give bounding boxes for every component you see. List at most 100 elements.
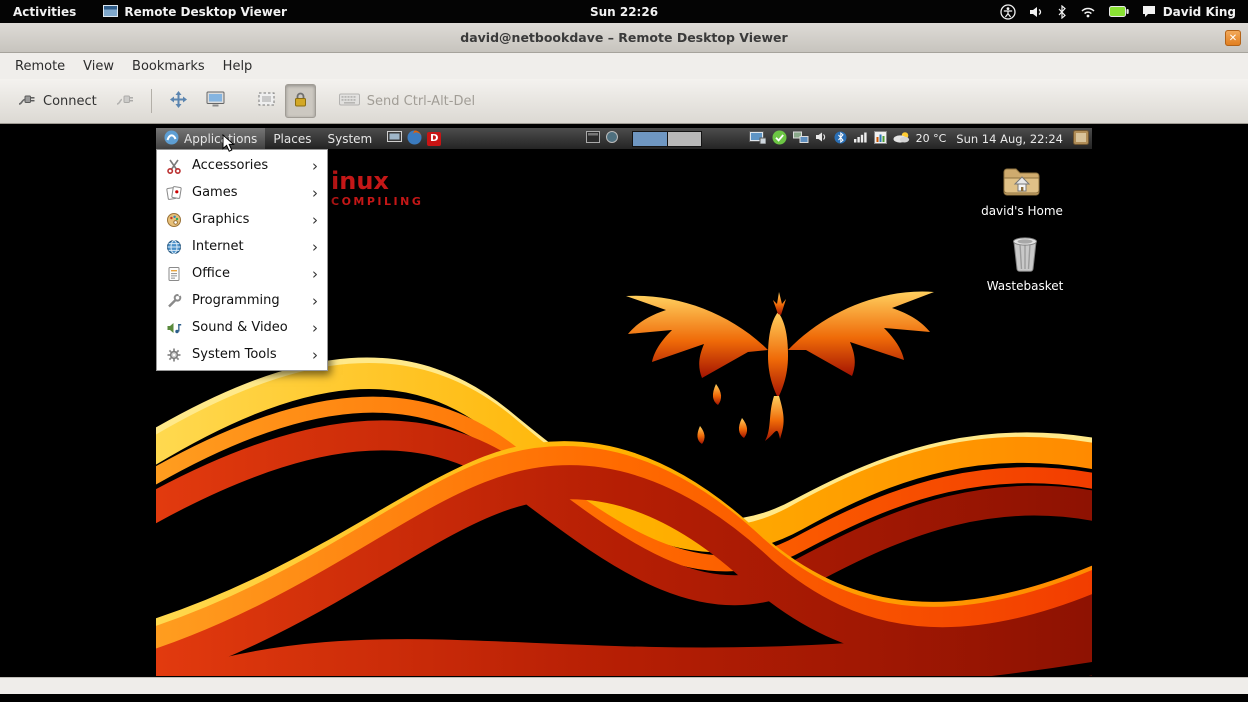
activities-button[interactable]: Activities	[0, 0, 89, 23]
desktop-icon-wastebasket[interactable]: Wastebasket	[977, 236, 1073, 293]
window-list-icon[interactable]	[586, 131, 600, 146]
panel-launchers: D	[387, 130, 441, 148]
submenu-arrow-icon: ›	[312, 265, 318, 283]
volume-icon[interactable]	[1029, 5, 1044, 19]
office-icon	[165, 266, 183, 282]
menu-bookmarks[interactable]: Bookmarks	[123, 55, 214, 78]
weather-icon[interactable]	[893, 131, 910, 146]
apps-menu-item-internet[interactable]: Internet ›	[157, 233, 327, 260]
desktop-icon-label: david's Home	[974, 204, 1070, 218]
places-menu-button[interactable]: Places	[265, 128, 319, 149]
desktop-icon-label: Wastebasket	[977, 279, 1073, 293]
user-menu[interactable]: David King	[1142, 5, 1236, 19]
indicator-icon[interactable]	[874, 131, 887, 147]
display-tray-icon[interactable]	[749, 131, 766, 147]
bluetooth-icon[interactable]	[1057, 5, 1067, 19]
desktop-icon-home[interactable]: david's Home	[974, 164, 1070, 218]
focused-app-name: Remote Desktop Viewer	[124, 5, 287, 19]
internet-icon	[165, 239, 183, 255]
window-titlebar[interactable]: david@netbookdave – Remote Desktop Viewe…	[0, 23, 1248, 53]
connect-icon	[17, 91, 36, 111]
shell-clock[interactable]: Sun 22:26	[590, 0, 658, 23]
apps-menu-item-system-tools[interactable]: System Tools ›	[157, 341, 327, 368]
screenshot-icon	[206, 91, 225, 112]
panel-window-list	[586, 128, 702, 149]
places-menu-label: Places	[273, 132, 311, 146]
apps-menu-item-sound-video[interactable]: Sound & Video ›	[157, 314, 327, 341]
submenu-arrow-icon: ›	[312, 292, 318, 310]
signal-icon[interactable]	[853, 131, 868, 146]
send-ctrl-alt-del-label: Send Ctrl-Alt-Del	[367, 94, 475, 109]
accessories-icon	[165, 158, 183, 174]
d-launcher-icon[interactable]: D	[427, 132, 441, 146]
temperature-label: 20 °C	[916, 132, 947, 145]
scaling-icon	[257, 91, 276, 111]
apps-menu-item-programming[interactable]: Programming ›	[157, 287, 327, 314]
scaling-toggle-button[interactable]	[248, 84, 285, 118]
menu-help[interactable]: Help	[214, 55, 262, 78]
system-tools-icon	[165, 347, 183, 363]
remote-viewer-area: inux COMPILING Applications Places	[0, 124, 1248, 677]
volume-tray-icon[interactable]	[815, 131, 828, 146]
connect-button[interactable]: Connect	[8, 84, 106, 118]
mouse-cursor	[222, 134, 235, 153]
toolbar-separator	[151, 89, 152, 113]
accessibility-icon[interactable]	[1000, 4, 1016, 20]
apps-menu-item-accessories[interactable]: Accessories ›	[157, 152, 327, 179]
graphics-icon	[165, 212, 183, 228]
system-menu-button[interactable]: System	[319, 128, 380, 149]
status-bar	[0, 677, 1248, 694]
bluetooth-tray-icon[interactable]	[834, 131, 847, 147]
firefox-icon[interactable]	[407, 130, 422, 148]
close-button[interactable]: ✕	[1225, 30, 1241, 46]
remote-screen[interactable]: inux COMPILING Applications Places	[156, 128, 1092, 676]
submenu-arrow-icon: ›	[312, 211, 318, 229]
system-menu-label: System	[327, 132, 372, 146]
updates-icon[interactable]	[772, 130, 787, 148]
show-desktop-icon[interactable]	[1073, 130, 1089, 148]
bottom-strip	[0, 694, 1248, 702]
panel-clock[interactable]: Sun 14 Aug, 22:24	[952, 132, 1067, 146]
network-tray-icon[interactable]	[793, 131, 809, 147]
remote-panel: Applications Places System	[156, 128, 1092, 149]
send-ctrl-alt-del-button[interactable]: Send Ctrl-Alt-Del	[330, 85, 484, 118]
home-folder-icon	[1002, 164, 1042, 198]
battery-icon[interactable]	[1109, 6, 1129, 17]
workspace-2[interactable]	[667, 132, 701, 146]
screenshot-launcher-icon[interactable]	[387, 131, 402, 147]
menu-view[interactable]: View	[74, 55, 123, 78]
apps-menu-item-graphics[interactable]: Graphics ›	[157, 206, 327, 233]
menu-remote[interactable]: Remote	[6, 55, 74, 78]
window-list-icon[interactable]	[605, 131, 619, 146]
window-title: david@netbookdave – Remote Desktop Viewe…	[460, 30, 787, 45]
menu-logo-icon	[164, 130, 179, 148]
applications-dropdown: Accessories › Games › Graphics ›	[156, 149, 328, 371]
submenu-arrow-icon: ›	[312, 319, 318, 337]
wifi-icon[interactable]	[1080, 6, 1096, 18]
focused-app-menu[interactable]: Remote Desktop Viewer	[103, 0, 287, 23]
lock-icon	[294, 91, 307, 111]
connect-label: Connect	[43, 94, 97, 109]
screenshot-button[interactable]	[197, 84, 234, 119]
panel-tray: 20 °C Sun 14 Aug, 22:24	[749, 128, 1092, 149]
shell-status-area: David King	[1000, 0, 1248, 23]
wallpaper-text-line2: COMPILING	[331, 196, 423, 207]
workspace-1[interactable]	[633, 132, 667, 146]
disconnect-button[interactable]	[106, 84, 143, 118]
programming-icon	[165, 293, 183, 309]
screen: Activities Remote Desktop Viewer Sun 22:…	[0, 0, 1248, 702]
applications-menu-label: Applications	[184, 132, 257, 146]
readonly-toggle-button[interactable]	[285, 84, 316, 118]
submenu-arrow-icon: ›	[312, 184, 318, 202]
menu-bar: Remote View Bookmarks Help	[0, 53, 1248, 79]
fullscreen-button[interactable]	[160, 83, 197, 120]
submenu-arrow-icon: ›	[312, 238, 318, 256]
chat-icon	[1142, 5, 1156, 18]
wallpaper-text: inux COMPILING	[331, 169, 423, 207]
toolbar: Connect	[0, 79, 1248, 124]
disconnect-icon	[115, 91, 134, 111]
apps-menu-item-office[interactable]: Office ›	[157, 260, 327, 287]
wallpaper-text-line1: inux	[331, 169, 423, 193]
apps-menu-item-games[interactable]: Games ›	[157, 179, 327, 206]
applications-menu-button[interactable]: Applications	[156, 128, 265, 149]
